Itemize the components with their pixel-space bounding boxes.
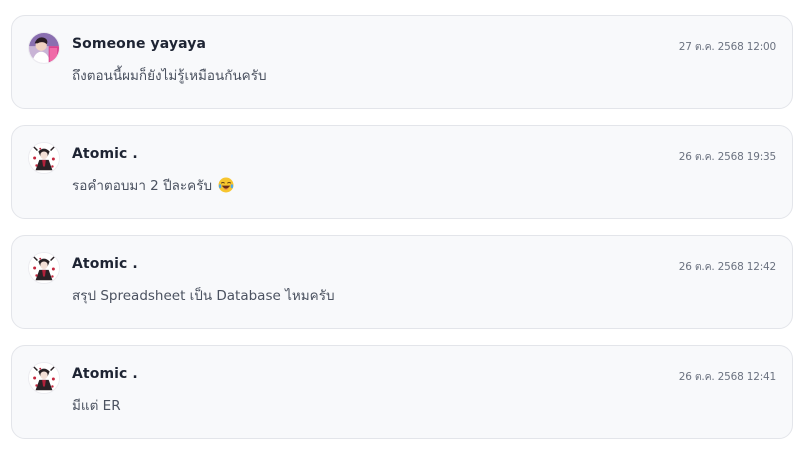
comment-author[interactable]: Atomic .: [72, 256, 138, 272]
comment-timestamp: 27 ต.ค. 2568 12:00: [678, 41, 776, 53]
comment-list: Someone yayaya 27 ต.ค. 2568 12:00 ถึงตอน…: [11, 15, 793, 455]
anime-character-avatar-icon: [29, 143, 59, 173]
comment-card: Atomic . 26 ต.ค. 2568 19:35 รอคำตอบมา 2 …: [11, 125, 793, 219]
comment-message: สรุป Spreadsheet เป็น Database ไหมครับ: [72, 288, 335, 304]
comment-message: รอคำตอบมา 2 ปีละครับ: [72, 174, 234, 196]
anime-character-avatar-icon: [29, 253, 59, 283]
comment-message-text: รอคำตอบมา 2 ปีละครับ: [72, 178, 213, 194]
comment-author[interactable]: Atomic .: [72, 366, 138, 382]
laughing-crying-emoji-icon: [218, 177, 234, 193]
comment-author[interactable]: Atomic .: [72, 146, 138, 162]
avatar[interactable]: [28, 32, 60, 64]
profile-photo-avatar-icon: [29, 33, 59, 63]
comment-message: มีแต่ ER: [72, 398, 121, 414]
comment-timestamp: 26 ต.ค. 2568 12:41: [678, 371, 776, 383]
comment-timestamp: 26 ต.ค. 2568 19:35: [678, 151, 776, 163]
comment-message: ถึงตอนนี้ผมก็ยังไม่รู้เหมือนกันครับ: [72, 68, 267, 84]
avatar[interactable]: [28, 252, 60, 284]
comment-timestamp: 26 ต.ค. 2568 12:42: [678, 261, 776, 273]
comment-card: Someone yayaya 27 ต.ค. 2568 12:00 ถึงตอน…: [11, 15, 793, 109]
anime-character-avatar-icon: [29, 363, 59, 393]
avatar[interactable]: [28, 142, 60, 174]
comment-author[interactable]: Someone yayaya: [72, 36, 206, 52]
comment-card: Atomic . 26 ต.ค. 2568 12:42 สรุป Spreads…: [11, 235, 793, 329]
comment-card: Atomic . 26 ต.ค. 2568 12:41 มีแต่ ER: [11, 345, 793, 439]
avatar[interactable]: [28, 362, 60, 394]
